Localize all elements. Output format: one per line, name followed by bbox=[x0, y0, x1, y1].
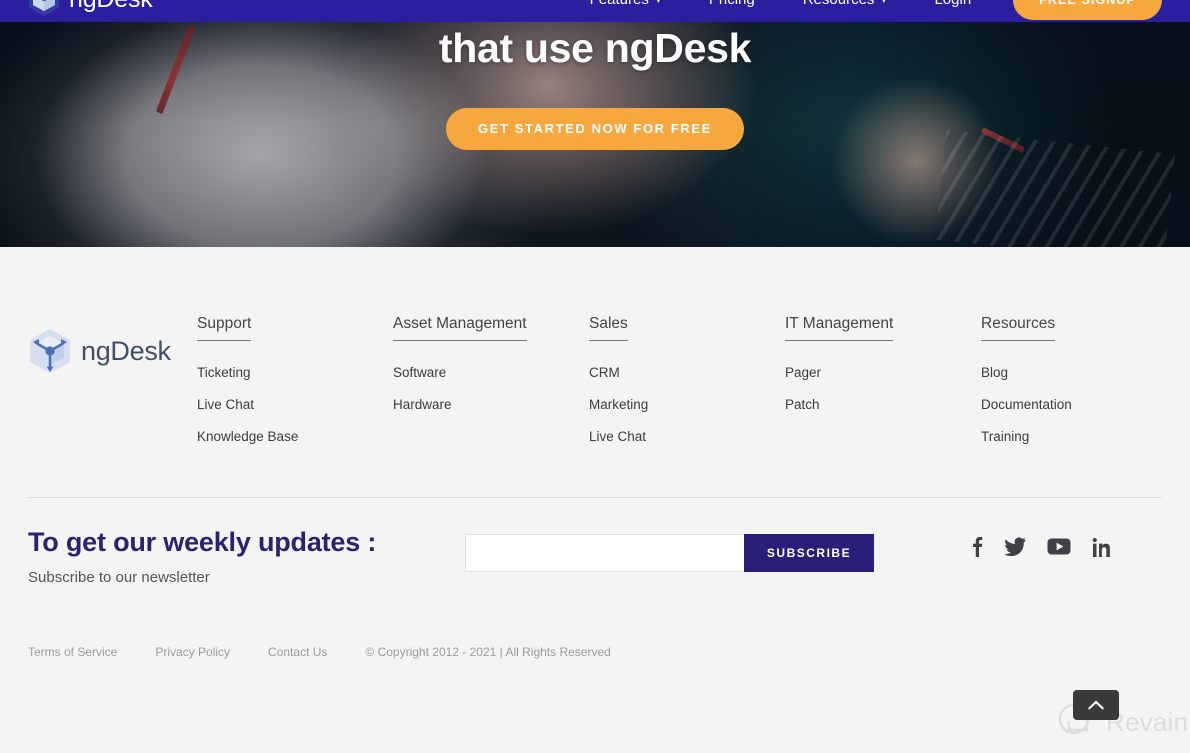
nav-brand-name: ngDesk bbox=[69, 0, 153, 17]
footer-link-hardware[interactable]: Hardware bbox=[393, 397, 589, 413]
linkedin-icon[interactable] bbox=[1092, 537, 1112, 557]
nav-item-label: Login bbox=[934, 0, 971, 20]
social-links bbox=[971, 536, 1112, 557]
footer-links-resources: Blog Documentation Training bbox=[981, 365, 1177, 446]
newsletter-title: To get our weekly updates : bbox=[28, 527, 377, 557]
hero-title: that use ngDesk bbox=[438, 25, 752, 71]
footer-link-crm[interactable]: CRM bbox=[589, 365, 785, 381]
footer-links-sales: CRM Marketing Live Chat bbox=[589, 365, 785, 446]
newsletter-form: SUBSCRIBE bbox=[465, 534, 874, 572]
footer-brand-block: ngDesk bbox=[0, 315, 197, 462]
footer-link-live-chat-sales[interactable]: Live Chat bbox=[589, 429, 785, 445]
hero-section: that use ngDesk GET STARTED NOW FOR FREE bbox=[0, 22, 1190, 247]
footer-column-asset-management: Asset Management Software Hardware bbox=[393, 315, 589, 462]
newsletter-email-input[interactable] bbox=[465, 534, 744, 572]
bottom-bar: Terms of Service Privacy Policy Contact … bbox=[28, 645, 611, 659]
footer-link-pager[interactable]: Pager bbox=[785, 365, 981, 381]
footer-heading-it-management[interactable]: IT Management bbox=[785, 315, 894, 341]
footer-brand-logo[interactable]: ngDesk bbox=[28, 327, 197, 375]
footer-column-resources: Resources Blog Documentation Training bbox=[981, 315, 1177, 462]
footer-link-blog[interactable]: Blog bbox=[981, 365, 1177, 381]
subscribe-button[interactable]: SUBSCRIBE bbox=[744, 534, 874, 572]
nav-item-label: Pricing bbox=[709, 0, 755, 20]
footer-heading-support[interactable]: Support bbox=[197, 315, 252, 341]
footer-column-sales: Sales CRM Marketing Live Chat bbox=[589, 315, 785, 462]
footer-brand-name: ngDesk bbox=[81, 335, 171, 366]
nav-links: Features ▾ Pricing Resources ▾ Login FRE… bbox=[566, 0, 1162, 20]
nav-brand-logo[interactable]: ngDesk bbox=[28, 0, 153, 20]
nav-item-features[interactable]: Features ▾ bbox=[566, 0, 685, 20]
footer-link-ticketing[interactable]: Ticketing bbox=[197, 365, 393, 381]
twitter-icon[interactable] bbox=[1004, 537, 1026, 556]
page-root: ngDesk Features ▾ Pricing Resources ▾ Lo… bbox=[0, 0, 1190, 753]
nav-inner: ngDesk Features ▾ Pricing Resources ▾ Lo… bbox=[0, 0, 1190, 22]
get-started-button[interactable]: GET STARTED NOW FOR FREE bbox=[446, 108, 744, 151]
footer-link-software[interactable]: Software bbox=[393, 365, 589, 381]
footer-link-live-chat[interactable]: Live Chat bbox=[197, 397, 393, 413]
newsletter-text: To get our weekly updates : Subscribe to… bbox=[28, 527, 376, 586]
chevron-up-icon bbox=[1088, 700, 1104, 710]
chevron-down-icon: ▾ bbox=[655, 0, 661, 6]
footer-link-documentation[interactable]: Documentation bbox=[981, 397, 1177, 413]
scroll-to-top-button[interactable] bbox=[1073, 690, 1119, 720]
nav-item-login[interactable]: Login bbox=[910, 0, 995, 20]
footer: ngDesk Support Ticketing Live Chat Knowl… bbox=[0, 247, 1190, 753]
footer-link-knowledge-base[interactable]: Knowledge Base bbox=[197, 429, 393, 445]
nav-item-label: Features bbox=[590, 0, 649, 20]
footer-heading-sales[interactable]: Sales bbox=[589, 315, 628, 341]
youtube-icon[interactable] bbox=[1047, 538, 1071, 555]
footer-divider bbox=[28, 497, 1162, 498]
nav-item-label: Resources bbox=[803, 0, 875, 20]
footer-link-training[interactable]: Training bbox=[981, 429, 1177, 445]
newsletter-section: To get our weekly updates : Subscribe to… bbox=[0, 519, 1190, 629]
hero-content: that use ngDesk GET STARTED NOW FOR FREE bbox=[0, 22, 1190, 247]
facebook-icon[interactable] bbox=[971, 536, 983, 557]
footer-links-it-management: Pager Patch bbox=[785, 365, 981, 413]
nav-item-resources[interactable]: Resources ▾ bbox=[779, 0, 911, 20]
copyright-text: © Copyright 2012 - 2021 | All Rights Res… bbox=[365, 645, 611, 659]
chevron-down-icon: ▾ bbox=[881, 0, 887, 6]
footer-link-marketing[interactable]: Marketing bbox=[589, 397, 785, 413]
nav-item-pricing[interactable]: Pricing bbox=[685, 0, 779, 20]
cube-logo-icon bbox=[29, 0, 59, 16]
footer-link-patch[interactable]: Patch bbox=[785, 397, 981, 413]
footer-column-it-management: IT Management Pager Patch bbox=[785, 315, 981, 462]
privacy-policy-link[interactable]: Privacy Policy bbox=[155, 645, 230, 659]
footer-column-support: Support Ticketing Live Chat Knowledge Ba… bbox=[197, 315, 393, 462]
cube-logo-icon bbox=[30, 329, 70, 373]
footer-links-asset-management: Software Hardware bbox=[393, 365, 589, 413]
free-signup-button[interactable]: FREE SIGNUP bbox=[1013, 0, 1162, 20]
footer-heading-resources[interactable]: Resources bbox=[981, 315, 1056, 341]
contact-us-link[interactable]: Contact Us bbox=[268, 645, 327, 659]
top-navigation-bar: ngDesk Features ▾ Pricing Resources ▾ Lo… bbox=[0, 0, 1190, 22]
footer-links-support: Ticketing Live Chat Knowledge Base bbox=[197, 365, 393, 446]
terms-of-service-link[interactable]: Terms of Service bbox=[28, 645, 117, 659]
newsletter-subtitle: Subscribe to our newsletter bbox=[28, 569, 210, 586]
footer-columns: ngDesk Support Ticketing Live Chat Knowl… bbox=[0, 315, 1190, 462]
footer-heading-asset-management[interactable]: Asset Management bbox=[393, 315, 527, 341]
